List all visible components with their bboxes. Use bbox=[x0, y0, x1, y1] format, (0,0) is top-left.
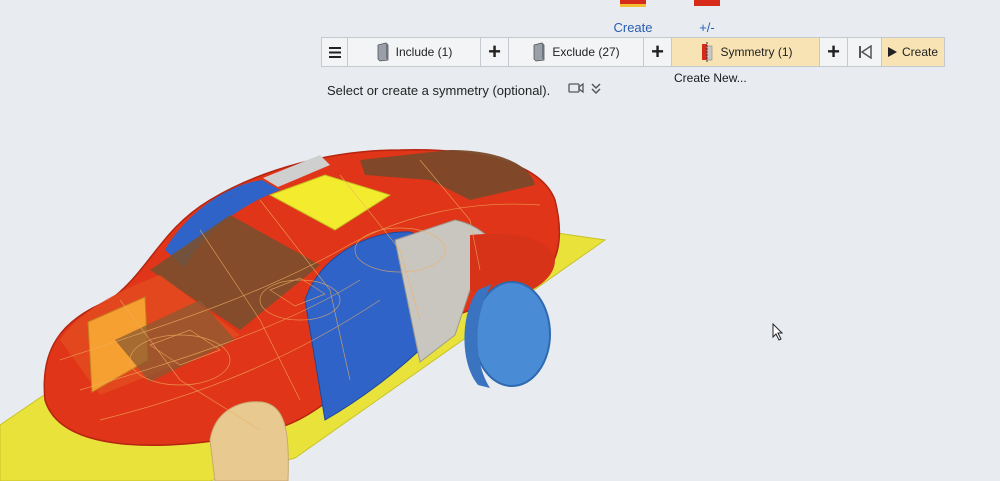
symmetry-icon bbox=[701, 42, 712, 62]
selection-toolbar: Include (1) + Exclude (27) + Symmetry (1… bbox=[321, 37, 945, 67]
plus-icon: + bbox=[488, 39, 501, 64]
create-button[interactable]: Create bbox=[882, 38, 944, 66]
hamburger-icon bbox=[328, 46, 341, 58]
3d-viewport[interactable] bbox=[0, 0, 1000, 481]
include-button[interactable]: Include (1) bbox=[348, 38, 481, 66]
previous-button[interactable] bbox=[848, 38, 882, 66]
expand-chevron-icon[interactable] bbox=[590, 82, 602, 96]
create-label: Create bbox=[901, 45, 939, 59]
create-tool[interactable]: Create bbox=[611, 0, 655, 35]
plus-icon: + bbox=[651, 39, 664, 64]
exclude-button[interactable]: Exclude (27) bbox=[509, 38, 644, 66]
include-add-button[interactable]: + bbox=[481, 38, 509, 66]
symmetry-add-button[interactable]: + bbox=[820, 38, 848, 66]
hint-text: Select or create a symmetry (optional). bbox=[327, 83, 551, 98]
include-block-icon bbox=[377, 42, 389, 62]
play-icon bbox=[887, 47, 897, 57]
exclude-label: Exclude (27) bbox=[552, 45, 620, 59]
exclude-add-button[interactable]: + bbox=[644, 38, 672, 66]
rear-wheel bbox=[473, 281, 551, 387]
create-tool-label: Create bbox=[613, 20, 653, 35]
symmetry-label: Symmetry (1) bbox=[720, 45, 793, 59]
hint-icons bbox=[568, 82, 602, 96]
plus-minus-tool[interactable]: +/- bbox=[685, 0, 729, 35]
create-new-link[interactable]: Create New... bbox=[674, 71, 747, 85]
plus-minus-cube-icon bbox=[694, 0, 720, 6]
camera-icon[interactable] bbox=[568, 82, 584, 94]
symmetry-button[interactable]: Symmetry (1) bbox=[672, 38, 820, 66]
plus-minus-tool-label: +/- bbox=[699, 20, 715, 35]
exclude-block-icon bbox=[533, 42, 545, 62]
menu-button[interactable] bbox=[322, 38, 348, 66]
create-cube-icon bbox=[620, 0, 646, 7]
mouse-cursor-icon bbox=[772, 323, 784, 341]
skip-back-icon bbox=[858, 45, 872, 59]
plus-icon: + bbox=[827, 39, 840, 64]
include-label: Include (1) bbox=[395, 45, 453, 59]
